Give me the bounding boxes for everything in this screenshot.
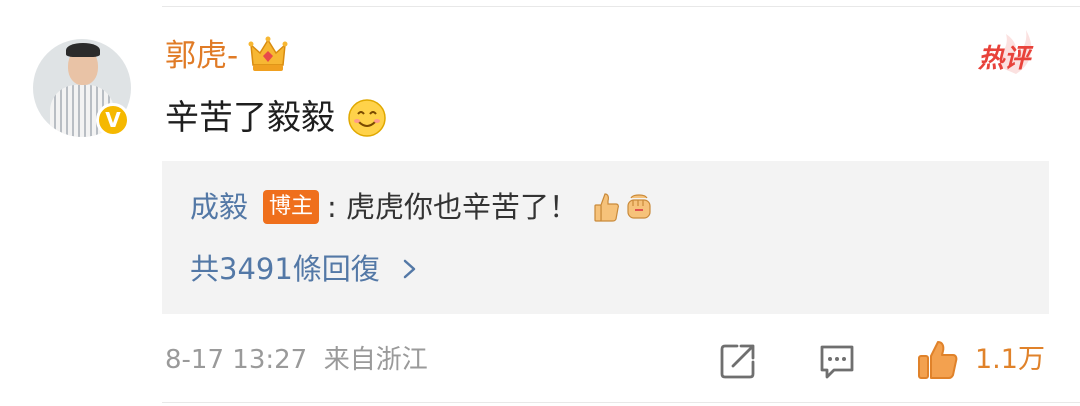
hot-comment-label: 热评 — [978, 44, 1031, 74]
bottom-divider — [162, 402, 1080, 403]
comment-text: 辛苦了毅毅 — [165, 98, 335, 138]
thumbs-up-emoji-icon — [594, 193, 619, 222]
blogger-tag: 博主 — [263, 190, 319, 224]
comment-meta: 8-17 13:27 来自浙江 — [165, 342, 428, 378]
username[interactable]: 郭虎- — [165, 36, 238, 76]
timestamp: 8-17 13:27 — [165, 345, 308, 375]
top-divider — [162, 6, 1080, 7]
like-count: 1.1万 — [975, 344, 1045, 375]
reply-text: : 虎虎你也辛苦了！ — [327, 190, 578, 224]
crown-icon — [248, 36, 288, 71]
location: 来自浙江 — [323, 345, 428, 375]
fist-emoji-icon — [627, 194, 651, 219]
thumbs-up-icon[interactable] — [916, 338, 960, 382]
share-icon[interactable] — [719, 342, 757, 380]
reply-author[interactable]: 成毅 — [190, 188, 248, 226]
smile-emoji-icon — [348, 99, 386, 137]
hot-comment-icon: 热评 — [976, 28, 1036, 76]
verified-badge-icon: V — [96, 103, 130, 137]
comment-icon[interactable] — [818, 342, 856, 380]
reply-count-link[interactable]: 共3491條回復 — [190, 250, 380, 288]
reply-preview[interactable]: 成毅 博主 : 虎虎你也辛苦了！ 共3491條回復 — [162, 161, 1049, 314]
chevron-right-icon[interactable] — [402, 259, 418, 279]
